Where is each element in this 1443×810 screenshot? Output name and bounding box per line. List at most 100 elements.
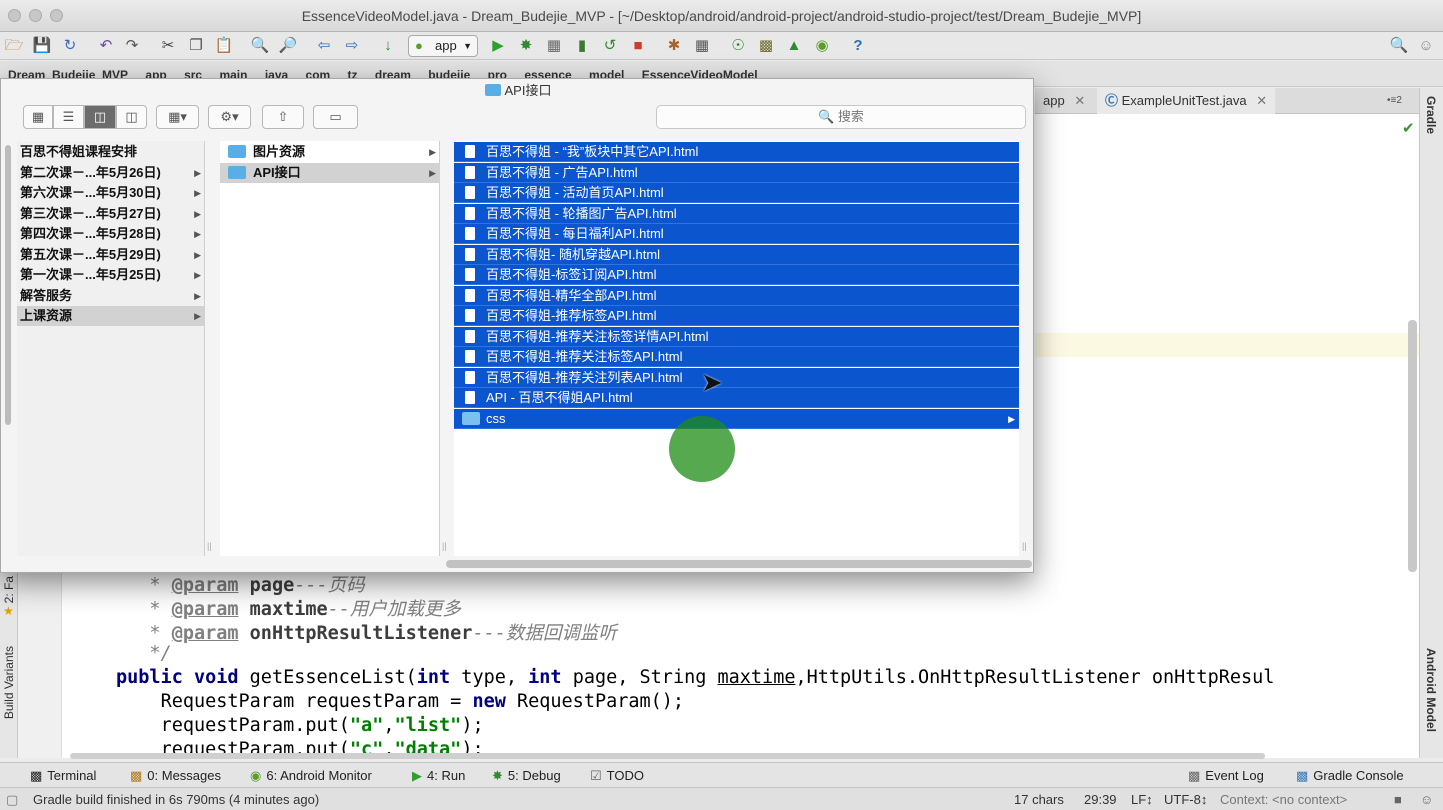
cover-flow-button[interactable]: ◫ [116, 105, 147, 129]
file-item[interactable]: 百思不得姐-推荐关注列表API.html [454, 368, 1019, 388]
user-icon[interactable]: ☺ [1416, 36, 1436, 56]
undo-icon[interactable]: ↶ [96, 36, 116, 56]
save-icon[interactable]: 💾 [32, 36, 52, 56]
search-everywhere-icon[interactable]: 🔍 [1389, 36, 1409, 56]
chevron-right-icon: ▶ [1008, 414, 1015, 424]
messages-tool-button[interactable]: ▩ 0: Messages [130, 768, 221, 784]
sidebar-item[interactable]: 解答服务 ▶ [17, 286, 205, 306]
editor-horizontal-scrollbar[interactable] [70, 753, 1265, 759]
list-view-button[interactable]: ☰ [53, 105, 84, 129]
redo-icon[interactable]: ↷ [122, 36, 142, 56]
terminal-tool-button[interactable]: ▩ Terminal [30, 768, 96, 784]
ide-title-bar: EssenceVideoModel.java - Dream_Budejie_M… [0, 0, 1443, 32]
caret-position[interactable]: 29:39 [1084, 792, 1117, 807]
tags-button[interactable]: ▭ [313, 105, 358, 129]
file-item[interactable]: 百思不得姐 - 每日福利API.html [454, 224, 1019, 244]
favorites-tool-button[interactable]: 2: Fa [2, 576, 16, 603]
file-column: 百思不得姐 - “我”板块中其它API.html 百思不得姐 - 广告API.h… [454, 141, 1019, 556]
selection-chars: 17 chars [1014, 792, 1064, 807]
file-item[interactable]: 百思不得姐 - 轮播图广告API.html [454, 204, 1019, 224]
sidebar-item[interactable]: 第三次课－...年5月27日) ▶ [17, 204, 205, 224]
debug-tool-button[interactable]: ✸ 5: Debug [492, 768, 561, 784]
sidebar-item[interactable]: 第五次课－...年5月29日) ▶ [17, 245, 205, 265]
gradle-tool-button[interactable]: Gradle [1424, 96, 1438, 134]
replace-icon[interactable]: 🔎 [278, 36, 298, 56]
stop-icon[interactable]: ■ [628, 36, 648, 56]
html-file-icon [465, 371, 475, 384]
sidebar-item[interactable]: 第四次课－...年5月28日) ▶ [17, 224, 205, 244]
file-item[interactable]: 百思不得姐-精华全部API.html [454, 286, 1019, 306]
tab-overflow-button[interactable]: •≡2 [1379, 88, 1410, 114]
project-structure-icon[interactable]: ✱ [664, 36, 684, 56]
copy-icon[interactable]: ❐ [186, 36, 206, 56]
paste-icon[interactable]: 📋 [214, 36, 234, 56]
file-item[interactable]: 百思不得姐-推荐关注标签API.html [454, 347, 1019, 367]
open-folder-icon[interactable]: 🗁 [4, 36, 24, 56]
run-configuration-select[interactable]: ● app ▼ [408, 35, 478, 57]
folder-item-selected[interactable]: API接口 ▶ [220, 163, 440, 183]
apply-changes-icon[interactable]: ▮ [572, 36, 592, 56]
folder-item[interactable]: 图片资源 ▶ [220, 142, 440, 162]
tab-app[interactable]: app ✕ [1035, 88, 1093, 114]
arrange-menu-button[interactable]: ▦▾ [156, 105, 199, 129]
rerun-icon[interactable]: ↺ [600, 36, 620, 56]
file-item[interactable]: 百思不得姐-推荐标签API.html [454, 306, 1019, 326]
android-model-tool-button[interactable]: Android Model [1424, 648, 1438, 732]
column-view-button[interactable]: ◫ [84, 105, 116, 129]
debug-icon[interactable]: ✸ [516, 36, 536, 56]
sidebar-scrollbar[interactable] [5, 145, 11, 425]
sidebar-item[interactable]: 第六次课－...年5月30日) ▶ [17, 183, 205, 203]
inspector-icon[interactable]: ☺ [1420, 792, 1433, 807]
line-separator-select[interactable]: LF↕ [1131, 792, 1153, 807]
sdk-manager-icon[interactable]: ▦ [692, 36, 712, 56]
sidebar-item[interactable]: 第二次课－...年5月26日) ▶ [17, 163, 205, 183]
run-icon[interactable]: ▶ [488, 36, 508, 56]
android-monitor-tool-button[interactable]: ◉ 6: Android Monitor [250, 768, 372, 784]
file-item[interactable]: 百思不得姐 - 广告API.html [454, 163, 1019, 183]
encoding-select[interactable]: UTF-8↕ [1164, 792, 1207, 807]
gradle-sync-icon[interactable]: ▩ [756, 36, 776, 56]
run-tool-button[interactable]: ▶ 4: Run [412, 768, 465, 784]
avd-manager-icon[interactable]: ☉ [728, 36, 748, 56]
close-icon[interactable]: ✕ [1256, 93, 1267, 108]
file-item[interactable]: 百思不得姐-推荐关注标签详情API.html [454, 327, 1019, 347]
search-field[interactable]: 🔍 搜索 [656, 105, 1026, 129]
android-sdk-icon[interactable]: ◉ [812, 36, 832, 56]
device-monitor-icon[interactable]: ▲ [784, 36, 804, 56]
context-select[interactable]: Context: <no context> [1220, 792, 1347, 807]
file-item[interactable]: 百思不得姐 - 活动首页API.html [454, 183, 1019, 203]
folder-item[interactable]: css ▶ [454, 409, 1019, 429]
attach-debugger-icon[interactable]: ▦ [544, 36, 564, 56]
dialog-horizontal-scrollbar[interactable] [446, 560, 1032, 568]
sync-icon[interactable]: ↻ [60, 36, 80, 56]
column-resize-handle[interactable]: || [207, 541, 212, 551]
sidebar-item-selected[interactable]: 上课资源 ▶ [17, 306, 205, 326]
sidebar-item[interactable]: 百思不得姐课程安排 [17, 142, 205, 162]
lock-icon[interactable]: ■ [1394, 792, 1402, 807]
file-item[interactable]: API - 百思不得姐API.html [454, 388, 1019, 408]
action-menu-button[interactable]: ⚙▾ [208, 105, 251, 129]
editor-vertical-scrollbar[interactable] [1408, 320, 1417, 572]
help-icon[interactable]: ? [848, 36, 868, 56]
gradle-console-tool-button[interactable]: ▩ Gradle Console [1296, 768, 1404, 784]
column-resize-handle[interactable]: || [442, 541, 447, 551]
file-item[interactable]: 百思不得姐 - “我”板块中其它API.html [454, 142, 1019, 162]
close-icon[interactable]: ✕ [1074, 93, 1085, 108]
forward-icon[interactable]: ⇨ [342, 36, 362, 56]
sidebar-item[interactable]: 第一次课－...年5月25日) ▶ [17, 265, 205, 285]
make-project-icon[interactable]: ↓ [378, 36, 398, 56]
build-variants-tool-button[interactable]: Build Variants [2, 646, 16, 719]
current-line-highlight [1035, 333, 1419, 357]
event-log-tool-button[interactable]: ▩ Event Log [1188, 768, 1264, 784]
file-item[interactable]: 百思不得姐-标签订阅API.html [454, 265, 1019, 285]
tab-example-unit-test[interactable]: Ⓒ ExampleUnitTest.java ✕ [1097, 88, 1276, 114]
cut-icon[interactable]: ✂ [158, 36, 178, 56]
column-resize-handle[interactable]: || [1022, 541, 1027, 551]
find-icon[interactable]: 🔍 [250, 36, 270, 56]
file-item[interactable]: 百思不得姐- 随机穿越API.html [454, 245, 1019, 265]
share-button[interactable]: ⇧ [262, 105, 304, 129]
tool-window-toggle-icon[interactable]: ▢ [6, 792, 18, 808]
todo-tool-button[interactable]: ☑ TODO [590, 768, 644, 784]
icon-view-button[interactable]: ▦ [23, 105, 53, 129]
back-icon[interactable]: ⇦ [314, 36, 334, 56]
